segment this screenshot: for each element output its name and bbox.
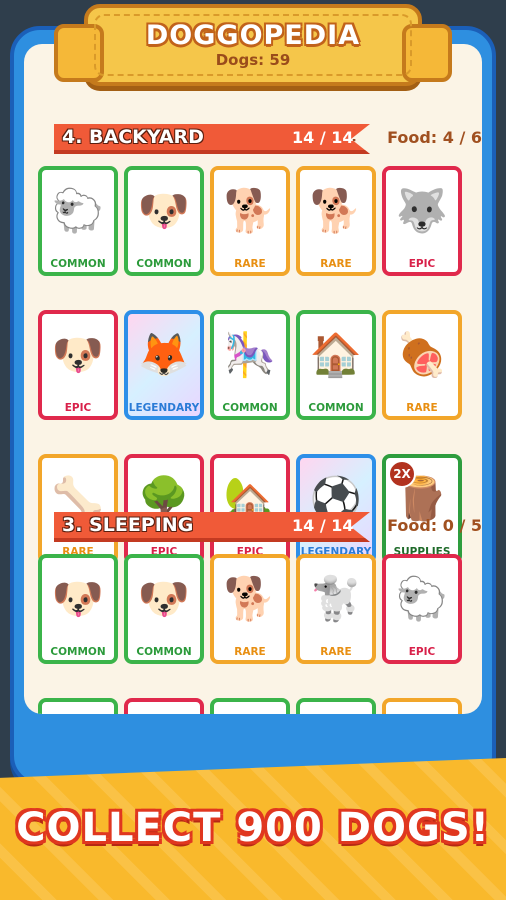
doghouse-icon: 🏠 — [309, 330, 363, 379]
card-grid-backyard: 🐑 COMMON 🐶 COMMON 🐕 RARE 🐕 RARE 🐺 EPIC 🐶 EPIC 🦊 LEGEN… — [38, 166, 468, 564]
rarity-label: RARE — [234, 646, 266, 658]
section-count: 14 / 14 — [292, 128, 354, 147]
purple-spaniel-icon: 🐩 — [309, 574, 363, 623]
bulldog-icon: 🐶 — [51, 330, 105, 379]
grill-icon: 🍖 — [395, 330, 449, 379]
food-counter: Food: 0 / 5 — [387, 516, 482, 535]
collection-card[interactable]: 🌳 EPIC — [124, 454, 204, 564]
rarity-label: COMMON — [50, 258, 106, 270]
collection-card[interactable]: 🐑 EPIC — [382, 554, 462, 664]
rarity-label: COMMON — [136, 646, 192, 658]
teal-dog-icon: 🐕 — [223, 574, 277, 623]
blue-pug-icon: 🐶 — [137, 574, 191, 623]
dalmatian-icon: 🐕 — [223, 186, 277, 235]
rarity-label: EPIC — [408, 258, 436, 270]
rarity-label: RARE — [406, 402, 438, 414]
section-title: 3. SLEEPING — [62, 514, 194, 536]
rarity-label: RARE — [320, 646, 352, 658]
black-puppy-icon: 🐶 — [137, 186, 191, 235]
collection-card[interactable]: ⚽ LEGENDARY — [296, 454, 376, 564]
collection-card[interactable]: 🚪 — [210, 698, 290, 714]
sleepy-sheepdog-icon: 🐑 — [395, 574, 449, 623]
husky-icon: 🐺 — [395, 186, 449, 235]
section-header-backyard: 4. BACKYARD 14 / 14 Food: 4 / 6 — [54, 124, 482, 158]
collection-card[interactable]: 🛏 — [296, 698, 376, 714]
collection-card[interactable]: 🦊 — [124, 698, 204, 714]
pink-dog-icon: 🐶 — [51, 574, 105, 623]
sheltie-icon: 🐕 — [309, 186, 363, 235]
rarity-label: RARE — [234, 258, 266, 270]
collection-card[interactable]: 🦴 RARE — [38, 454, 118, 564]
collection-card[interactable]: 🏡 EPIC — [210, 454, 290, 564]
collection-card[interactable]: 🐶 COMMON — [124, 166, 204, 276]
collection-card[interactable]: 🐑 COMMON — [38, 166, 118, 276]
section-count: 14 / 14 — [292, 516, 354, 535]
rarity-label: EPIC — [408, 646, 436, 658]
promo-text: COLLECT 900 DOGS! — [16, 805, 490, 851]
collection-card[interactable]: 🐶 — [38, 698, 118, 714]
white-sheepdog-icon: 🐑 — [51, 186, 105, 235]
collection-card[interactable]: 🐕 RARE — [296, 166, 376, 276]
collection-card[interactable]: 🐶 COMMON — [38, 554, 118, 664]
collection-card[interactable]: 🎠 COMMON — [210, 310, 290, 420]
swing-icon: 🎠 — [223, 330, 277, 379]
rarity-label: RARE — [320, 258, 352, 270]
collection-card[interactable]: 🐕 RARE — [210, 166, 290, 276]
collection-card[interactable]: 🍖 RARE — [382, 310, 462, 420]
blue-dog-icon: 🐶 — [48, 708, 108, 714]
section-title: 4. BACKYARD — [62, 126, 204, 148]
collection-card[interactable]: 🐶 EPIC — [38, 310, 118, 420]
collection-card[interactable]: 🐕 RARE — [210, 554, 290, 664]
multiplier-badge: 2X — [388, 460, 416, 488]
collection-card[interactable]: 🦊 LEGENDARY — [124, 310, 204, 420]
rarity-label: EPIC — [64, 402, 92, 414]
rarity-label: COMMON — [308, 402, 364, 414]
bed-icon: 🛏 — [306, 708, 366, 714]
rarity-label: COMMON — [222, 402, 278, 414]
collection-card[interactable]: 🐺 EPIC — [382, 166, 462, 276]
rarity-label: COMMON — [136, 258, 192, 270]
dogs-count: Dogs: 59 — [215, 51, 291, 69]
page-title: DOGGOPEDIA — [145, 20, 361, 51]
collection-card[interactable]: 🪵 2X SUPPLIES — [382, 454, 462, 564]
pink-husky-icon: 🦊 — [134, 708, 194, 714]
collection-card[interactable]: 🕰 — [382, 698, 462, 714]
rarity-label: COMMON — [50, 646, 106, 658]
rarity-label: LEGENDARY — [128, 402, 200, 414]
clock-icon: 🕰 — [392, 708, 452, 714]
corgi-icon: 🦊 — [137, 330, 191, 379]
section-header-sleeping: 3. SLEEPING 14 / 14 Food: 0 / 5 — [54, 512, 482, 546]
card-grid-sleeping: 🐶 COMMON 🐶 COMMON 🐕 RARE 🐩 RARE 🐑 EPIC 🐶 🦊 🚪 🛏 🕰 — [38, 554, 468, 714]
door-icon: 🚪 — [220, 708, 280, 714]
food-counter: Food: 4 / 6 — [387, 128, 482, 147]
collection-card[interactable]: 🐩 RARE — [296, 554, 376, 664]
title-banner: DOGGOPEDIA Dogs: 59 — [54, 4, 452, 86]
collection-card[interactable]: 🐶 COMMON — [124, 554, 204, 664]
collection-panel[interactable]: Rooms Unlocked: 11 / 45 4. BACKYARD 14 /… — [24, 44, 482, 714]
collection-card[interactable]: 🏠 COMMON — [296, 310, 376, 420]
